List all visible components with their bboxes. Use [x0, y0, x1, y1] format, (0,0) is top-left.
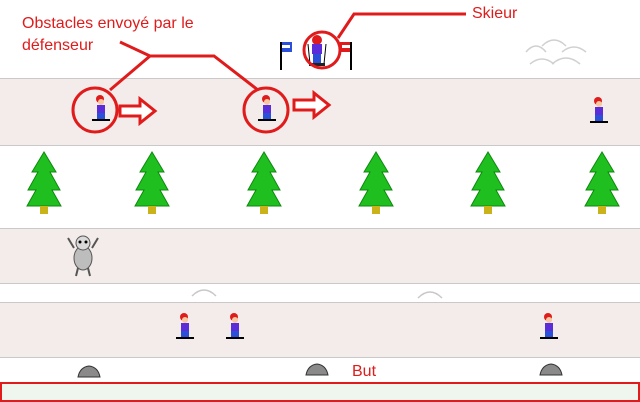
skier-icon: [590, 97, 608, 123]
arrow-right-icon: [292, 90, 332, 120]
pine-tree-icon: [470, 151, 506, 214]
skier-icon: [226, 313, 244, 339]
obstacles-label-line2: défenseur: [22, 37, 94, 54]
skier-icon: [176, 313, 194, 339]
skier-icon: [307, 35, 327, 66]
skier-icon: [258, 95, 276, 121]
rock-icon: [77, 365, 101, 378]
rock-icon: [539, 363, 563, 376]
pine-tree-icon: [584, 151, 620, 214]
skier-icon: [540, 313, 558, 339]
skier-label: Skieur: [472, 5, 518, 22]
snow-bump-icon: [417, 291, 443, 299]
arrow-right-icon: [118, 96, 158, 126]
obstacles-label: Obstacles envoyé par le défenseur: [22, 14, 194, 56]
pine-tree-icon: [358, 151, 394, 214]
obstacles-label-line1: Obstacles envoyé par le: [22, 15, 194, 32]
yeti-icon: [67, 235, 99, 277]
pine-tree-icon: [134, 151, 170, 214]
snow-bump-icon: [191, 289, 217, 297]
snow-bump-icon: [525, 39, 587, 65]
rock-icon: [305, 363, 329, 376]
goal-zone: [0, 382, 640, 402]
skier-icon: [92, 95, 110, 121]
pine-tree-icon: [246, 151, 282, 214]
goal-label: But: [352, 363, 377, 380]
pine-tree-icon: [26, 151, 62, 214]
skier-pointer-line: [336, 12, 466, 39]
